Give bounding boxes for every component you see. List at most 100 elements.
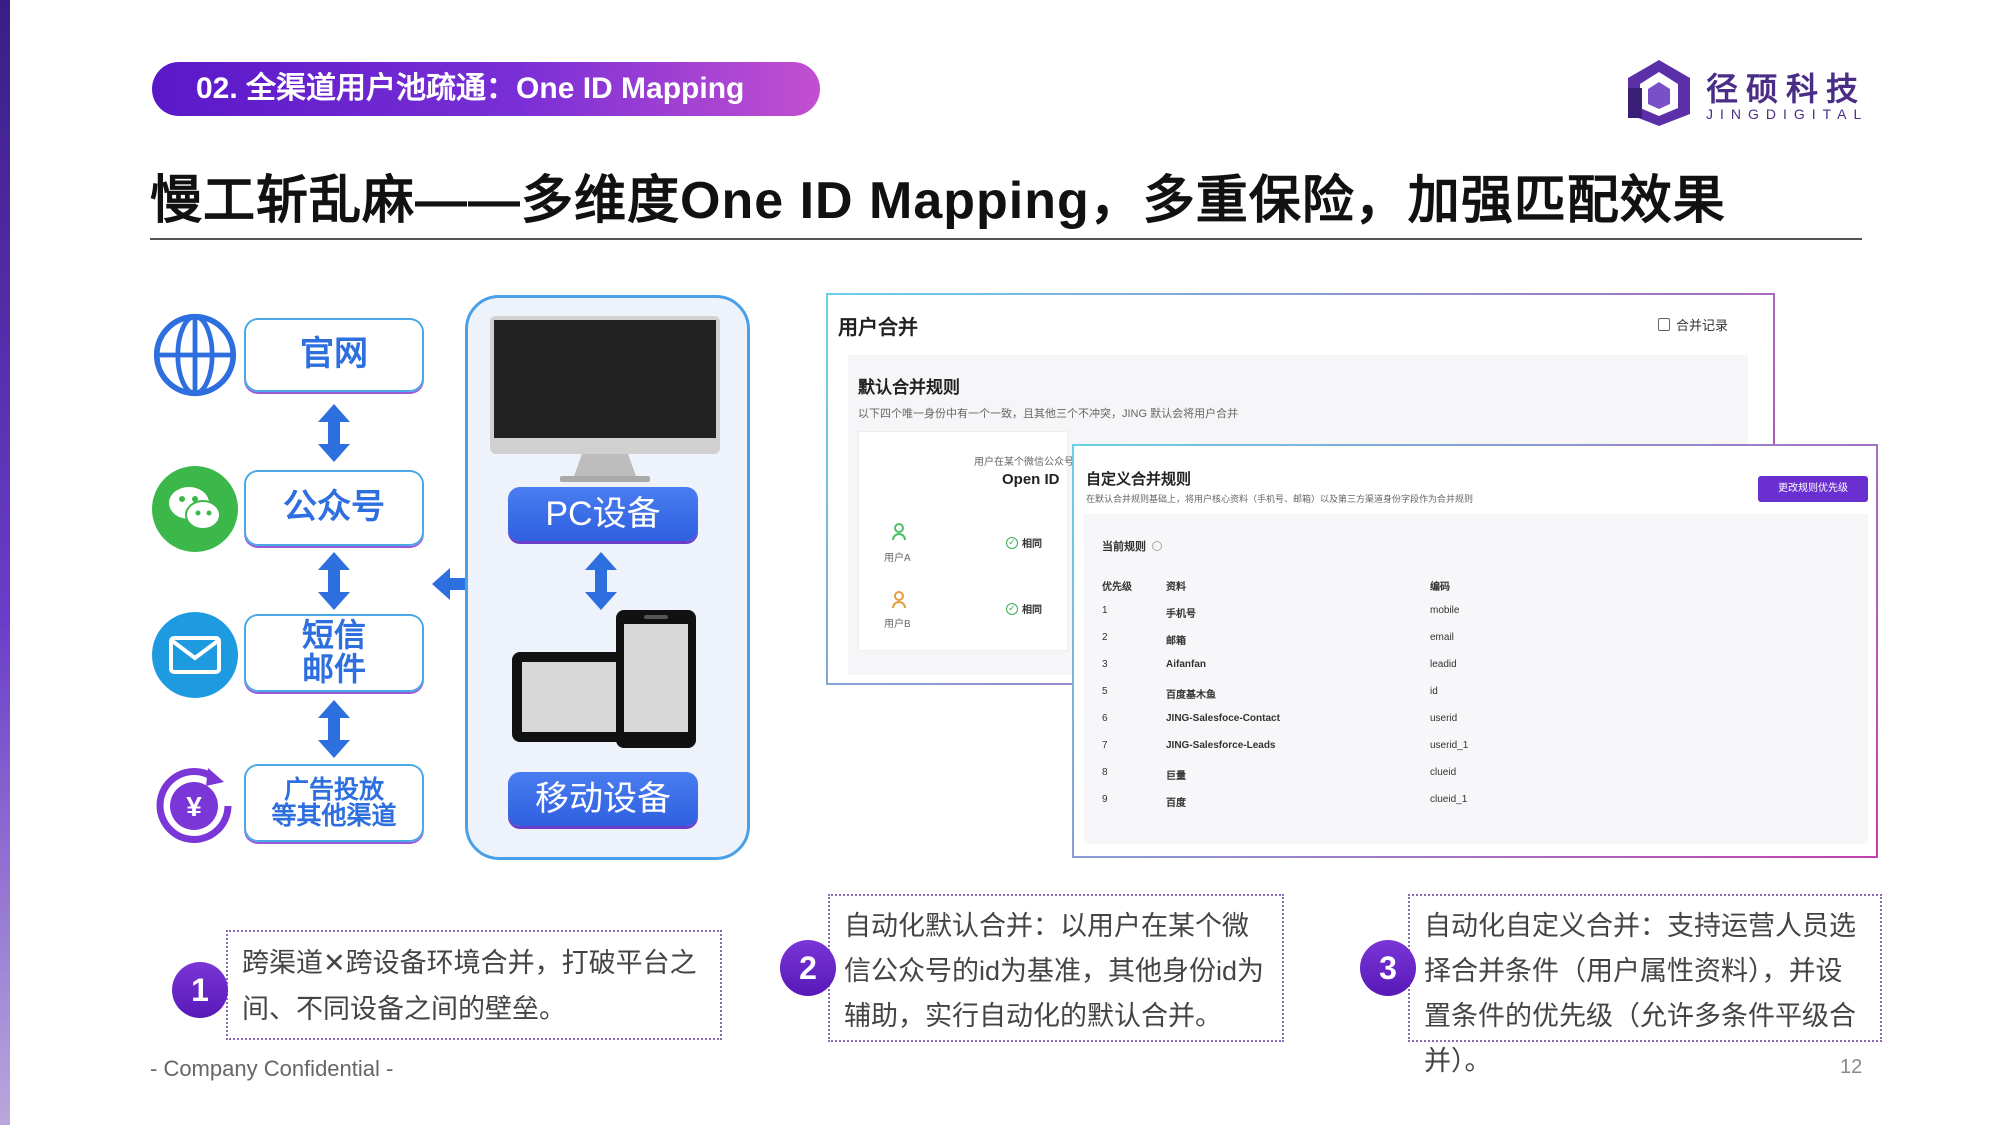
channel-wechat-official: 公众号 xyxy=(244,470,424,546)
callout-2: 自动化默认合并：以用户在某个微信公众号的id为基准，其他身份id为辅助，实行自动… xyxy=(828,894,1284,1042)
section-pill: 02. 全渠道用户池疏通：One ID Mapping xyxy=(152,62,820,116)
callout-1: 跨渠道✕跨设备环境合并，打破平台之间、不同设备之间的壁垒。 xyxy=(226,930,722,1040)
openid-column-header: Open ID xyxy=(1002,471,1060,488)
rules-cell: 2 xyxy=(1102,632,1108,643)
rules-table-row: 5 百度基木鱼 id xyxy=(1102,680,1842,707)
rules-header-cell: 编码 xyxy=(1430,582,1450,593)
change-priority-button[interactable]: 更改规则优先级 xyxy=(1758,476,1868,502)
custom-rules-screenshot: 自定义合并规则 在默认合并规则基础上，将用户核心资料（手机号、邮箱）以及第三方渠… xyxy=(1072,444,1878,858)
monitor-icon xyxy=(490,316,720,482)
channel-ads-other: 广告投放 等其他渠道 xyxy=(244,764,424,842)
rules-cell: clueid_1 xyxy=(1430,794,1468,805)
rules-cell: JING-Salesforce-Leads xyxy=(1166,740,1276,751)
up-down-arrow-icon xyxy=(318,404,350,462)
wechat-icon xyxy=(152,466,238,552)
footer-confidential: - Company Confidential - xyxy=(150,1056,394,1081)
up-down-arrow-icon xyxy=(585,552,617,610)
tablet-phone-icon xyxy=(512,610,696,748)
rules-table-row: 6 JING-Salesfoce-Contact userid xyxy=(1102,707,1842,734)
channel-sms-email: 短信 邮件 xyxy=(244,614,424,692)
logo-mark-icon xyxy=(1628,60,1690,126)
user-icon xyxy=(892,523,906,543)
channel-email-label: 邮件 xyxy=(301,651,366,687)
callout-1-number: 1 xyxy=(172,962,228,1018)
rules-cell: userid xyxy=(1430,713,1458,724)
check-circle-icon: ✓ xyxy=(1006,602,1018,615)
page-title: 慢工斩乱麻——多维度One ID Mapping，多重保险，加强匹配效果 xyxy=(150,172,1726,230)
rules-cell: 8 xyxy=(1102,767,1108,778)
pc-device-label: PC设备 xyxy=(508,487,698,541)
rules-table-row: 1 手机号 mobile xyxy=(1102,599,1842,626)
callout-1-text: 跨渠道✕跨设备环境合并，打破平台之间、不同设备之间的壁垒。 xyxy=(242,948,697,1024)
left-accent-bar xyxy=(0,0,10,1125)
rules-cell: 邮箱 xyxy=(1166,636,1186,647)
rules-table-header: 优先级 资料 编码 xyxy=(1102,572,1842,599)
rules-cell: 5 xyxy=(1102,686,1108,697)
channel-website: 官网 xyxy=(244,318,424,392)
globe-icon xyxy=(152,312,238,398)
rules-cell: 9 xyxy=(1102,794,1108,805)
rules-table: 优先级 资料 编码 1 手机号 mobile 2 邮箱 email 3 Aifanfan leadid… xyxy=(1102,572,1842,815)
channel-sms-label: 短信 xyxy=(301,617,366,654)
rules-cell: 3 xyxy=(1102,659,1108,670)
rules-cell: 百度基木鱼 xyxy=(1166,690,1216,701)
rules-cell: JING-Salesfoce-Contact xyxy=(1166,713,1280,724)
title-divider xyxy=(150,238,1862,240)
match-status-a-label: 相同 xyxy=(1022,539,1042,550)
custom-rules-desc: 在默认合并规则基础上，将用户核心资料（手机号、邮箱）以及第三方渠道身份字段作为合… xyxy=(1086,494,1474,504)
callout-2-number: 2 xyxy=(780,940,836,996)
rules-cell: 手机号 xyxy=(1166,609,1196,620)
openid-column-hint: 用户在某个微信公众号 xyxy=(974,457,1074,468)
match-status-b-label: 相同 xyxy=(1022,605,1042,616)
up-down-arrow-icon xyxy=(318,700,350,758)
logo-chinese-name: 径硕科技 xyxy=(1706,71,1867,107)
rules-cell: leadid xyxy=(1430,659,1457,670)
rules-header-cell: 资料 xyxy=(1166,582,1186,593)
default-rules-title: 默认合并规则 xyxy=(858,378,960,397)
rules-table-row: 7 JING-Salesforce-Leads userid_1 xyxy=(1102,734,1842,761)
up-down-arrow-icon xyxy=(318,552,350,610)
document-icon xyxy=(1658,318,1670,331)
rules-cell: mobile xyxy=(1430,605,1460,616)
user-icon xyxy=(892,591,906,611)
rules-table-row: 2 邮箱 email xyxy=(1102,626,1842,653)
match-status-a: ✓ 相同 xyxy=(1006,535,1042,550)
callout-3: 自动化自定义合并：支持运营人员选择合并条件（用户属性资料），并设置条件的优先级（… xyxy=(1408,894,1882,1076)
rules-cell: 1 xyxy=(1102,605,1108,616)
rules-cell: id xyxy=(1430,686,1438,697)
info-icon xyxy=(1152,541,1162,551)
default-rules-desc: 以下四个唯一身份中有一个一致，且其他三个不冲突，JING 默认会将用户合并 xyxy=(858,408,1239,420)
mail-icon xyxy=(152,612,238,698)
check-circle-icon: ✓ xyxy=(1006,536,1018,549)
callout-2-text: 自动化默认合并：以用户在某个微信公众号的id为基准，其他身份id为辅助，实行自动… xyxy=(844,911,1265,1031)
callout-3-number: 3 xyxy=(1360,940,1416,996)
rules-cell: 百度 xyxy=(1166,798,1186,809)
current-rules-label: 当前规则 xyxy=(1102,538,1162,554)
svg-text:¥: ¥ xyxy=(186,791,202,822)
rules-table-row: 3 Aifanfan leadid xyxy=(1102,653,1842,680)
rules-cell: userid_1 xyxy=(1430,740,1469,751)
merge-history-link[interactable]: 合并记录 xyxy=(1658,315,1728,334)
channel-other-label: 等其他渠道 xyxy=(271,802,397,830)
slide: 02. 全渠道用户池疏通：One ID Mapping 径硕科技 JINGDIG… xyxy=(0,0,2000,1125)
user-b-label: 用户B xyxy=(884,619,911,630)
rules-cell: 7 xyxy=(1102,740,1108,751)
rules-cell: Aifanfan xyxy=(1166,659,1206,670)
rules-cell: 6 xyxy=(1102,713,1108,724)
user-merge-title: 用户合并 xyxy=(838,317,918,339)
rules-table-row: 8 巨量 clueid xyxy=(1102,761,1842,788)
rules-cell: email xyxy=(1430,632,1454,643)
match-status-b: ✓ 相同 xyxy=(1006,601,1042,616)
yuan-icon: ¥ xyxy=(148,760,240,852)
logo-english-name: JINGDIGITAL xyxy=(1706,106,1869,122)
rules-table-row: 9 百度 clueid_1 xyxy=(1102,788,1842,815)
page-number: 12 xyxy=(1840,1056,1863,1078)
channel-ads-label: 广告投放 xyxy=(283,775,384,804)
rules-header-cell: 优先级 xyxy=(1102,582,1132,593)
custom-rules-title: 自定义合并规则 xyxy=(1086,471,1192,488)
merge-history-label: 合并记录 xyxy=(1676,318,1729,333)
rules-cell: clueid xyxy=(1430,767,1457,778)
rules-cell: 巨量 xyxy=(1166,771,1186,782)
mobile-device-label: 移动设备 xyxy=(508,772,698,826)
user-a-label: 用户A xyxy=(884,553,911,564)
